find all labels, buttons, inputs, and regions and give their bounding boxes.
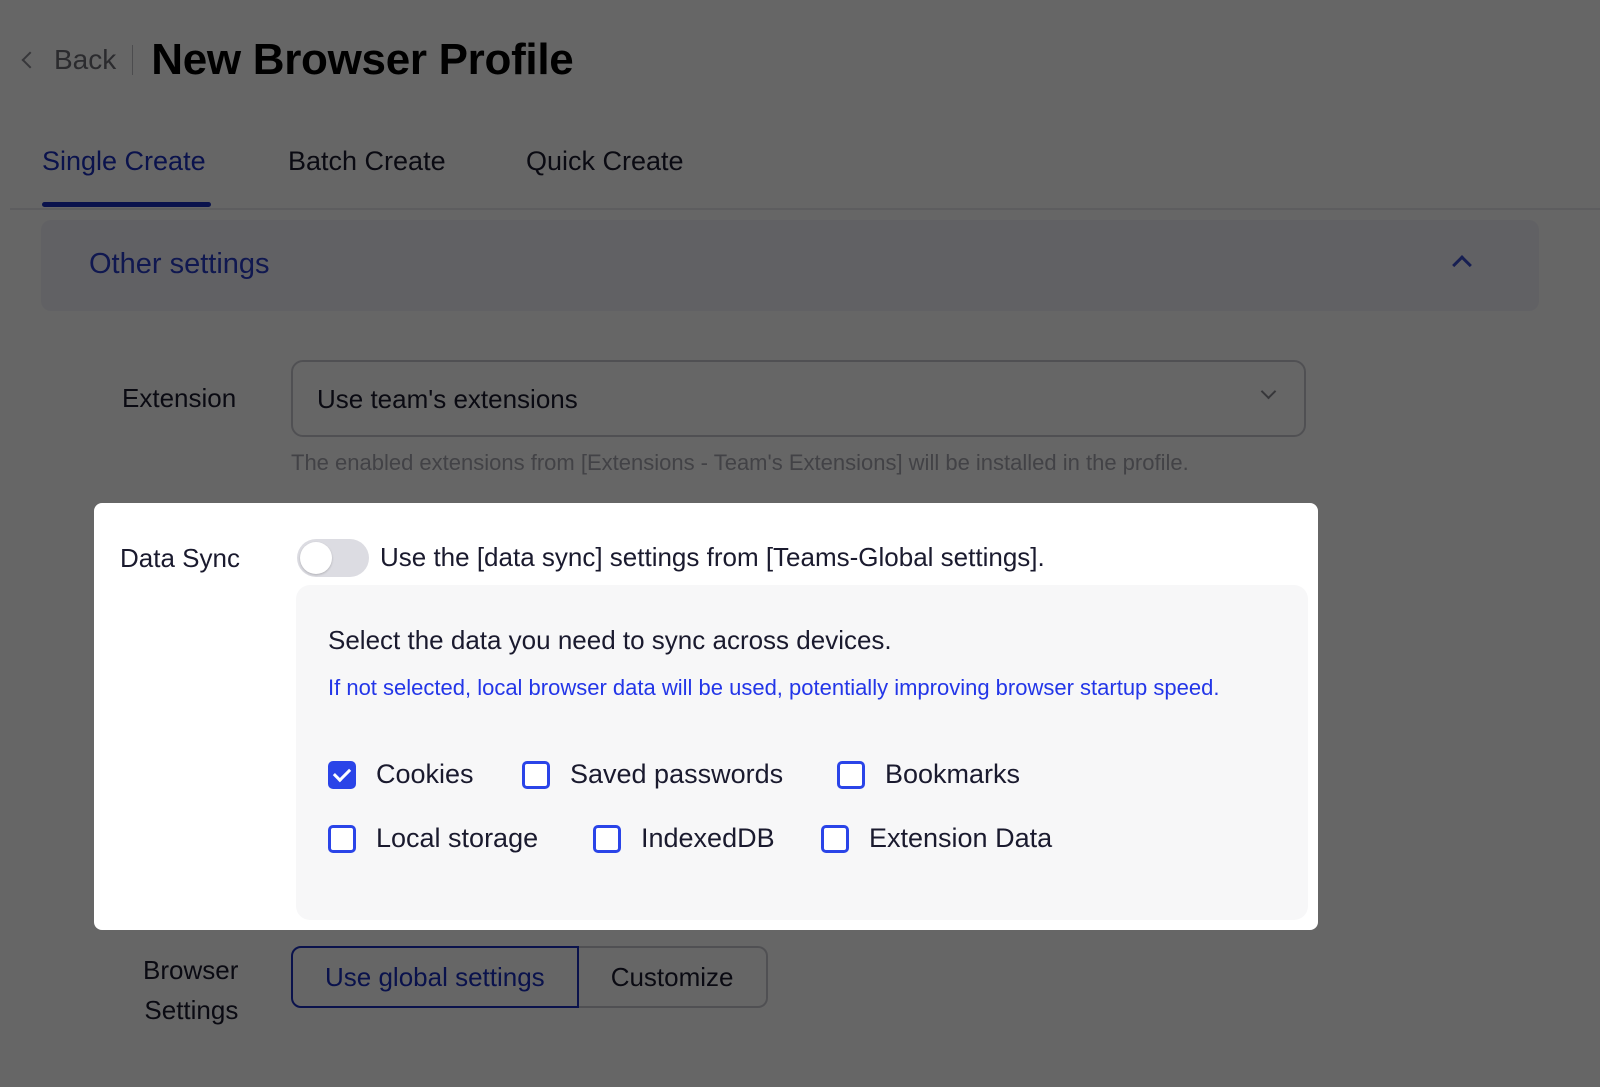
data-sync-toggle-text: Use the [data sync] settings from [Teams… <box>380 542 1045 572</box>
checkbox-label: Bookmarks <box>885 759 1021 789</box>
checkbox-label: IndexedDB <box>641 823 775 853</box>
data-sync-panel: Data Sync Use the [data sync] settings f… <box>94 503 1318 930</box>
checkbox-unchecked-icon <box>328 824 356 853</box>
checkbox-label: Local storage <box>376 823 539 853</box>
checkbox-unchecked-icon <box>837 760 865 789</box>
checkbox-saved-passwords[interactable]: Saved passwords <box>522 759 783 790</box>
checkbox-bookmarks[interactable]: Bookmarks <box>837 759 1020 790</box>
checkbox-label: Saved passwords <box>570 759 784 789</box>
checkbox-indexeddb[interactable]: IndexedDB <box>593 823 775 854</box>
checkbox-unchecked-icon <box>821 824 849 853</box>
data-sync-toggle[interactable] <box>297 539 369 577</box>
sync-options-title: Select the data you need to sync across … <box>328 625 892 655</box>
sync-options-box: Select the data you need to sync across … <box>296 585 1308 920</box>
checkbox-checked-icon <box>328 760 356 789</box>
data-sync-label: Data Sync <box>120 543 240 573</box>
checkbox-unchecked-icon <box>522 760 550 789</box>
checkbox-label: Cookies <box>376 759 474 789</box>
checkbox-cookies[interactable]: Cookies <box>328 759 474 790</box>
toggle-knob <box>300 542 332 574</box>
checkbox-unchecked-icon <box>593 824 621 853</box>
checkbox-label: Extension Data <box>869 823 1053 853</box>
checkbox-extension-data[interactable]: Extension Data <box>821 823 1052 854</box>
sync-options-note: If not selected, local browser data will… <box>328 675 1220 700</box>
checkbox-local-storage[interactable]: Local storage <box>328 823 538 854</box>
